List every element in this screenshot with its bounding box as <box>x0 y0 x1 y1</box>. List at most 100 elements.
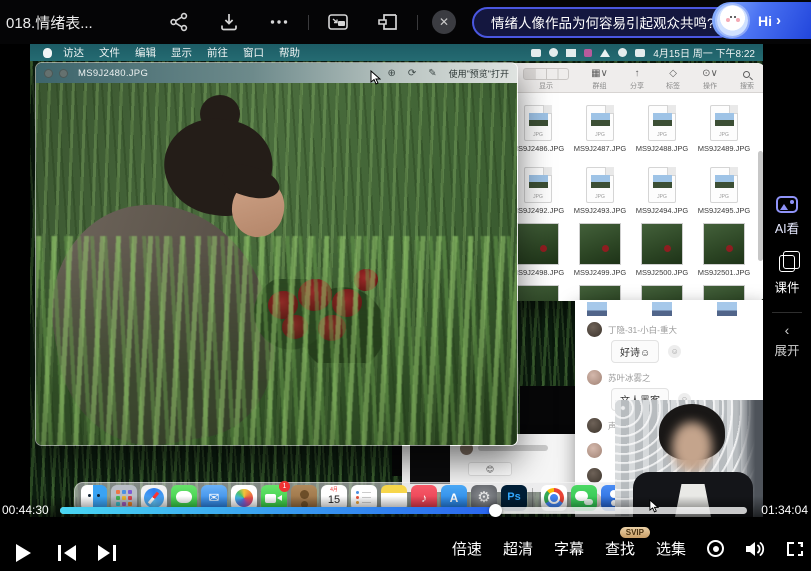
presenter-blurred-face <box>672 422 712 472</box>
menu-item[interactable]: 访达 <box>63 45 84 60</box>
watch-record-icon[interactable] <box>707 540 724 557</box>
picture-in-picture-icon[interactable] <box>326 10 350 34</box>
emoji-reaction-icon[interactable]: ☺ <box>668 345 681 358</box>
file-item[interactable]: MS9J2487.JPG <box>569 97 631 159</box>
right-controls: 倍速 超清 字幕 查找 SVIP <box>452 538 803 559</box>
courseware-button[interactable]: 课件 <box>774 255 799 296</box>
video-title: 018.情绪表... <box>6 12 154 33</box>
photo-filename: MS9J2480.JPG <box>78 68 148 79</box>
menu-items: 访达文件编辑显示前往窗口帮助 <box>63 45 315 60</box>
download-icon[interactable] <box>217 10 241 34</box>
ai-watch-button[interactable]: AI看 <box>775 196 799 237</box>
quicklook-title-bar[interactable]: MS9J2480.JPG ⊕ ⟳ ✎ 使用"预览"打开 <box>36 63 517 83</box>
menu-item[interactable]: 帮助 <box>279 45 300 60</box>
file-item[interactable]: MS9J2495.JPG <box>693 159 755 221</box>
close-window-icon[interactable] <box>44 69 53 78</box>
file-item[interactable] <box>693 283 755 301</box>
rotate-icon[interactable]: ⟳ <box>408 68 416 79</box>
finder-search-control[interactable]: 搜索 <box>740 67 754 91</box>
divider <box>308 15 309 30</box>
avatar <box>587 370 602 385</box>
divider <box>417 15 418 30</box>
markup-icon[interactable]: ✎ <box>428 68 436 79</box>
chat-bubble: 😊 <box>468 462 512 476</box>
quicklook-photo-window: MS9J2480.JPG ⊕ ⟳ ✎ 使用"预览"打开 <box>35 62 518 446</box>
group-icon: ▦∨ <box>591 67 608 80</box>
wifi-icon[interactable] <box>600 49 610 57</box>
mouse-cursor <box>649 499 659 513</box>
mouse-cursor <box>370 70 381 85</box>
divider <box>772 312 802 313</box>
file-item[interactable]: MS9J2494.JPG <box>631 159 693 221</box>
more-icon[interactable] <box>267 10 291 34</box>
courseware-icon <box>779 255 795 272</box>
menu-item[interactable]: 前往 <box>207 45 228 60</box>
episodes-button[interactable]: 选集 <box>656 538 686 559</box>
search-icon <box>743 71 750 78</box>
finder-view-control[interactable]: 显示 <box>523 67 569 91</box>
avatar <box>587 322 602 337</box>
file-item[interactable]: MS9J2501.JPG <box>693 221 755 283</box>
ai-avatar <box>717 5 748 36</box>
file-item[interactable] <box>569 283 631 301</box>
play-button[interactable] <box>16 544 31 562</box>
apple-menu-icon[interactable] <box>43 48 52 58</box>
finder-share-control[interactable]: ↑ 分享 <box>630 67 644 91</box>
status-icon[interactable] <box>584 49 592 57</box>
expand-panel-button[interactable]: ‹ 展开 <box>774 325 799 359</box>
image-thumbnail[interactable] <box>717 302 737 316</box>
menu-bar-clock[interactable]: 4月15日 周一 下午8:22 <box>653 45 755 60</box>
subtitle-button[interactable]: 字幕 <box>554 538 584 559</box>
volume-icon[interactable] <box>745 540 766 558</box>
finder-action-control[interactable]: ⊙∨ 操作 <box>702 67 718 91</box>
image-thumbnail[interactable] <box>587 302 607 316</box>
find-button[interactable]: 查找 SVIP <box>605 538 635 559</box>
speed-button[interactable]: 倍速 <box>452 538 482 559</box>
file-item[interactable]: MS9J2499.JPG <box>569 221 631 283</box>
fullscreen-icon[interactable] <box>787 542 803 556</box>
macos-menu-bar: 访达文件编辑显示前往窗口帮助 4月15日 周一 下午8:22 <box>30 44 763 61</box>
menu-item[interactable]: 显示 <box>171 45 192 60</box>
ai-assistant-button[interactable]: Hi › <box>712 2 811 39</box>
status-icon[interactable] <box>566 49 576 57</box>
previous-episode-button[interactable] <box>58 545 78 561</box>
search-icon[interactable] <box>618 48 627 57</box>
menu-item[interactable]: 文件 <box>99 45 120 60</box>
file-item[interactable]: MS9J2493.JPG <box>569 159 631 221</box>
share-icon[interactable] <box>167 10 191 34</box>
progress-bar[interactable] <box>60 507 747 514</box>
quality-button[interactable]: 超清 <box>503 538 533 559</box>
image-thumbnail-strip <box>575 302 763 316</box>
chevron-left-icon: ‹ <box>785 325 790 335</box>
image-thumbnail[interactable] <box>652 302 672 316</box>
file-item[interactable]: MS9J2489.JPG <box>693 97 755 159</box>
finder-group-control[interactable]: ▦∨ 群组 <box>591 67 608 91</box>
open-with-preview-button[interactable]: 使用"预览"打开 <box>449 67 509 80</box>
file-item[interactable]: MS9J2488.JPG <box>631 97 693 159</box>
close-icon[interactable]: ✕ <box>432 10 456 34</box>
dock-to-side-icon[interactable] <box>376 10 400 34</box>
finder-toolbar: 显示 ▦∨ 群组 ↑ 分享 ◇ 标签 ⊙∨ 操作 <box>505 63 763 93</box>
status-icon[interactable] <box>531 49 541 57</box>
photo-woman-smelling-roses <box>36 83 517 446</box>
image-thumbnail <box>410 442 450 484</box>
status-icon[interactable] <box>549 48 558 57</box>
avatar <box>587 443 602 458</box>
avatar <box>587 418 602 433</box>
player-side-panel: AI看 课件 ‹ 展开 <box>763 44 811 517</box>
file-item[interactable] <box>631 283 693 301</box>
menu-item[interactable]: 窗口 <box>243 45 264 60</box>
menu-item[interactable]: 编辑 <box>135 45 156 60</box>
avatar <box>587 468 602 483</box>
file-item[interactable]: MS9J2500.JPG <box>631 221 693 283</box>
progress-fill <box>60 507 496 514</box>
action-icon: ⊙∨ <box>702 67 718 80</box>
finder-tags-control[interactable]: ◇ 标签 <box>666 67 680 91</box>
control-center-icon[interactable] <box>635 49 645 57</box>
ai-question-pill[interactable]: 情绪人像作品为何容易引起观众共鸣? <box>472 7 734 38</box>
zoom-window-icon[interactable] <box>59 69 68 78</box>
share-icon: ↑ <box>634 67 639 80</box>
zoom-icon[interactable]: ⊕ <box>387 68 395 79</box>
next-episode-button[interactable] <box>96 545 116 561</box>
svip-badge: SVIP <box>620 527 650 538</box>
